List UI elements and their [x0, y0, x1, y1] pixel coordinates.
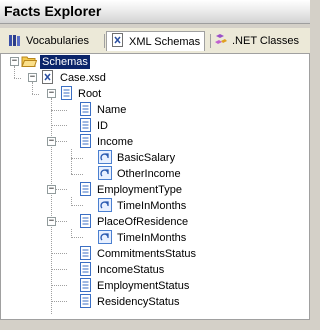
tree-item-residency-status[interactable]: ResidencyStatus: [79, 293, 182, 311]
tree-connector: [14, 66, 15, 78]
collapse-icon[interactable]: −: [28, 73, 37, 82]
tree-item-label: ResidencyStatus: [97, 296, 180, 308]
tree-item-label: TimeInMonths: [117, 232, 187, 244]
collapse-icon[interactable]: −: [47, 137, 56, 146]
schema-node-icon: [79, 133, 92, 151]
tab-vocabularies[interactable]: Vocabularies: [8, 31, 89, 51]
explorer-title-bar: Facts Explorer: [0, 0, 310, 24]
tree-connector: [71, 149, 72, 174]
tree-item-label: Case.xsd: [60, 72, 106, 84]
tree-item-label: OtherIncome: [117, 168, 181, 180]
tree-connector: [51, 110, 67, 111]
tree-item-name[interactable]: Name: [79, 101, 128, 119]
tree-connector: [51, 301, 67, 302]
xml-schema-icon: [111, 33, 125, 50]
tree-connector: [51, 285, 67, 286]
attribute-node-icon: [98, 229, 112, 247]
collapse-icon[interactable]: −: [47, 217, 56, 226]
tree-item-basic-salary[interactable]: BasicSalary: [98, 149, 177, 167]
tree-item-label: TimeInMonths: [117, 200, 187, 212]
tree-item-employment-status[interactable]: EmploymentStatus: [79, 277, 191, 295]
tree-connector: [71, 174, 83, 175]
tree-item-time-in-months[interactable]: TimeInMonths: [98, 197, 188, 215]
tree-item-time-in-months[interactable]: TimeInMonths: [98, 229, 188, 247]
tree-connector: [51, 98, 52, 314]
tree-item-place-of-residence[interactable]: PlaceOfResidence: [79, 213, 190, 231]
tab-net-classes-label: .NET Classes: [232, 35, 300, 47]
tab-net-classes[interactable]: .NET Classes: [214, 31, 299, 51]
attribute-node-icon: [98, 165, 112, 183]
tree-connector: [56, 221, 67, 222]
tree-item-label: Schemas: [40, 55, 90, 69]
attribute-node-icon: [98, 149, 112, 167]
schema-node-icon: [79, 213, 92, 231]
tree-item-id[interactable]: ID: [79, 117, 110, 135]
schema-node-icon: [79, 293, 92, 311]
tab-xml-schemas-label: XML Schemas: [129, 35, 201, 48]
tree-connector: [56, 141, 67, 142]
tree-item-employment-type[interactable]: EmploymentType: [79, 181, 184, 199]
schema-node-icon: [79, 277, 92, 295]
tree-connector: [56, 189, 67, 190]
tree-item-label: IncomeStatus: [97, 264, 165, 276]
schema-tree[interactable]: − − − − − − Schemas Case.xsd Root Name I…: [0, 54, 310, 320]
tree-item-label: Root: [78, 88, 102, 100]
tree-connector: [32, 82, 33, 94]
tab-vocabularies-label: Vocabularies: [26, 35, 89, 47]
tab-separator: [104, 34, 105, 48]
attribute-node-icon: [98, 197, 112, 215]
tree-item-income-status[interactable]: IncomeStatus: [79, 261, 166, 279]
books-icon: [8, 33, 22, 50]
schema-node-icon: [79, 101, 92, 119]
schema-node-icon: [79, 245, 92, 263]
tree-item-label: EmploymentType: [97, 184, 182, 196]
tree-connector: [71, 205, 83, 206]
explorer-tab-strip: Vocabularies XML Schemas .NET Classes: [0, 28, 310, 54]
tree-item-label: CommitmentsStatus: [97, 248, 197, 260]
tree-connector: [71, 237, 83, 238]
tree-item-label: Income: [97, 136, 134, 148]
tree-item-income[interactable]: Income: [79, 133, 135, 151]
folder-open-icon: [21, 54, 38, 71]
tree-item-label: ID: [97, 120, 108, 132]
schema-node-icon: [60, 85, 73, 103]
tree-connector: [51, 253, 67, 254]
collapse-icon[interactable]: −: [47, 185, 56, 194]
tab-xml-schemas[interactable]: XML Schemas: [106, 31, 206, 51]
collapse-icon[interactable]: −: [47, 89, 56, 98]
dotnet-classes-icon: [214, 33, 228, 50]
schema-node-icon: [79, 261, 92, 279]
tab-separator: [210, 34, 211, 48]
tree-item-label: Name: [97, 104, 127, 116]
tree-item-schemas[interactable]: Schemas: [21, 54, 90, 70]
tree-item-label: EmploymentStatus: [97, 280, 190, 292]
xml-schema-icon: [41, 69, 55, 87]
tree-connector: [51, 125, 67, 126]
tree-item-label: PlaceOfResidence: [97, 216, 189, 228]
tree-connector: [51, 269, 67, 270]
collapse-icon[interactable]: −: [10, 57, 19, 66]
tree-item-other-income[interactable]: OtherIncome: [98, 165, 183, 183]
schema-node-icon: [79, 117, 92, 135]
window-title: Facts Explorer: [4, 3, 102, 19]
tree-item-commitments-status[interactable]: CommitmentsStatus: [79, 245, 198, 263]
tree-item-root[interactable]: Root: [60, 85, 103, 103]
tree-connector: [14, 78, 21, 79]
schema-node-icon: [79, 181, 92, 199]
tree-item-label: BasicSalary: [117, 152, 176, 164]
tree-connector: [71, 158, 83, 159]
tree-item-case-xsd[interactable]: Case.xsd: [41, 69, 108, 87]
tree-connector: [32, 94, 39, 95]
bottom-border: [0, 320, 310, 330]
